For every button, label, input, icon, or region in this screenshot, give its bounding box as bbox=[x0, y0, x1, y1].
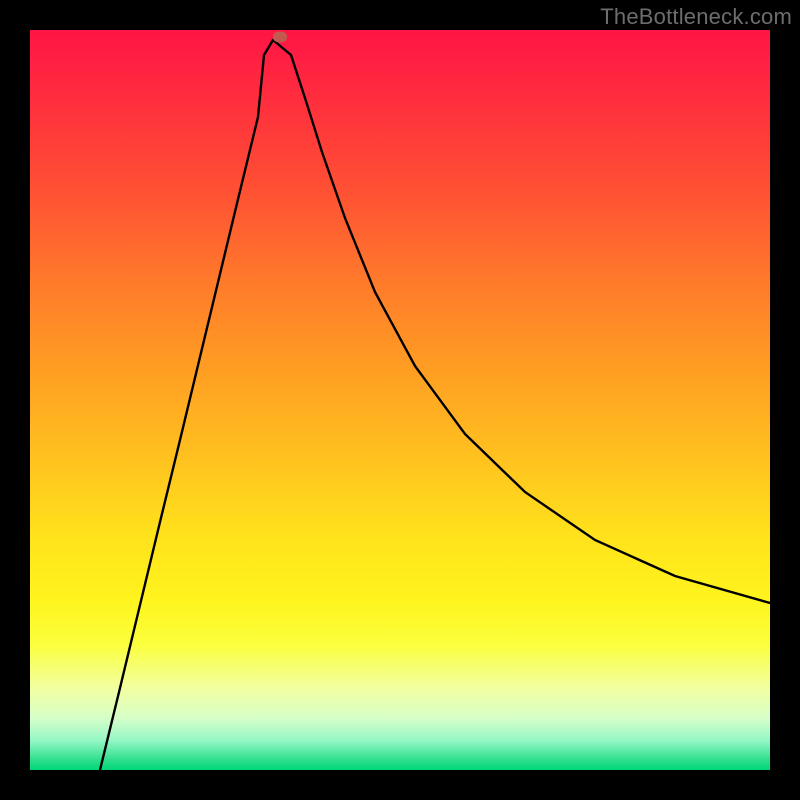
watermark-text: TheBottleneck.com bbox=[600, 4, 792, 30]
bottleneck-curve bbox=[30, 30, 770, 770]
curve-right-seg bbox=[273, 40, 770, 603]
optimal-point-marker bbox=[273, 32, 287, 43]
curve-left-seg bbox=[100, 40, 273, 770]
plot-area bbox=[30, 30, 770, 770]
chart-frame: TheBottleneck.com bbox=[0, 0, 800, 800]
